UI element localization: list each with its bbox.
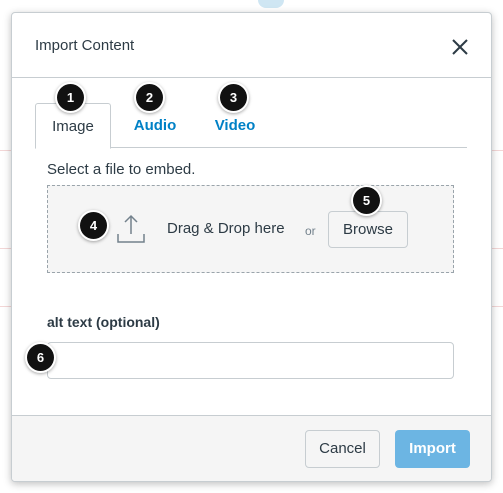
- background-page-hint: [258, 0, 284, 8]
- modal-title: Import Content: [35, 37, 135, 54]
- modal-footer: Cancel Import: [12, 415, 491, 481]
- callout-6: 6: [27, 344, 54, 371]
- close-icon[interactable]: [449, 36, 471, 58]
- alt-text-input[interactable]: [47, 342, 454, 379]
- upload-instruction: Select a file to embed.: [47, 161, 196, 178]
- callout-2: 2: [136, 84, 163, 111]
- file-dropzone[interactable]: Drag & Drop here or Browse: [47, 185, 454, 273]
- import-button[interactable]: Import: [395, 430, 470, 468]
- drag-drop-text: Drag & Drop here: [167, 220, 285, 237]
- cancel-button[interactable]: Cancel: [305, 430, 380, 468]
- import-content-modal: Import Content Image Audio Video Select …: [11, 12, 492, 482]
- modal-header: Import Content: [12, 13, 491, 78]
- callout-4: 4: [80, 212, 107, 239]
- tab-bar: Image Audio Video: [35, 103, 467, 149]
- callout-3: 3: [220, 84, 247, 111]
- alt-text-label: alt text (optional): [47, 314, 160, 330]
- callout-5: 5: [353, 187, 380, 214]
- browse-button[interactable]: Browse: [328, 211, 408, 248]
- callout-1: 1: [57, 84, 84, 111]
- upload-icon: [117, 214, 145, 243]
- or-separator: or: [305, 224, 316, 238]
